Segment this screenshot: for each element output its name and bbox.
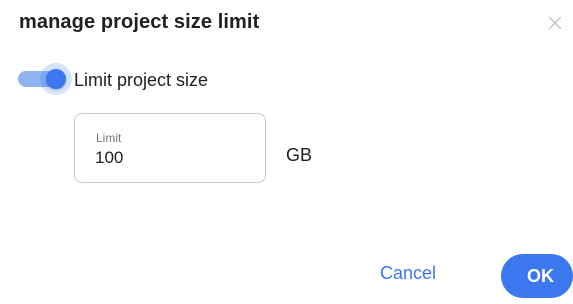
ok-button-label: OK xyxy=(527,265,554,286)
limit-unit-label: GB xyxy=(286,145,313,165)
limit-toggle-row: Limit project size xyxy=(18,63,208,95)
close-icon[interactable] xyxy=(545,13,565,33)
toggle-label: Limit project size xyxy=(74,69,209,90)
cancel-button[interactable]: Cancel xyxy=(380,263,436,284)
dialog-title: manage project size limit xyxy=(19,11,260,33)
limit-field[interactable]: Limit xyxy=(74,113,266,183)
ok-button[interactable]: OK xyxy=(501,254,573,298)
limit-field-label: Limit xyxy=(96,131,122,145)
limit-project-size-toggle[interactable] xyxy=(18,63,72,95)
manage-project-size-dialog: manage project size limit Limit project … xyxy=(0,0,573,304)
toggle-thumb[interactable] xyxy=(46,69,66,89)
limit-input[interactable] xyxy=(95,147,255,169)
